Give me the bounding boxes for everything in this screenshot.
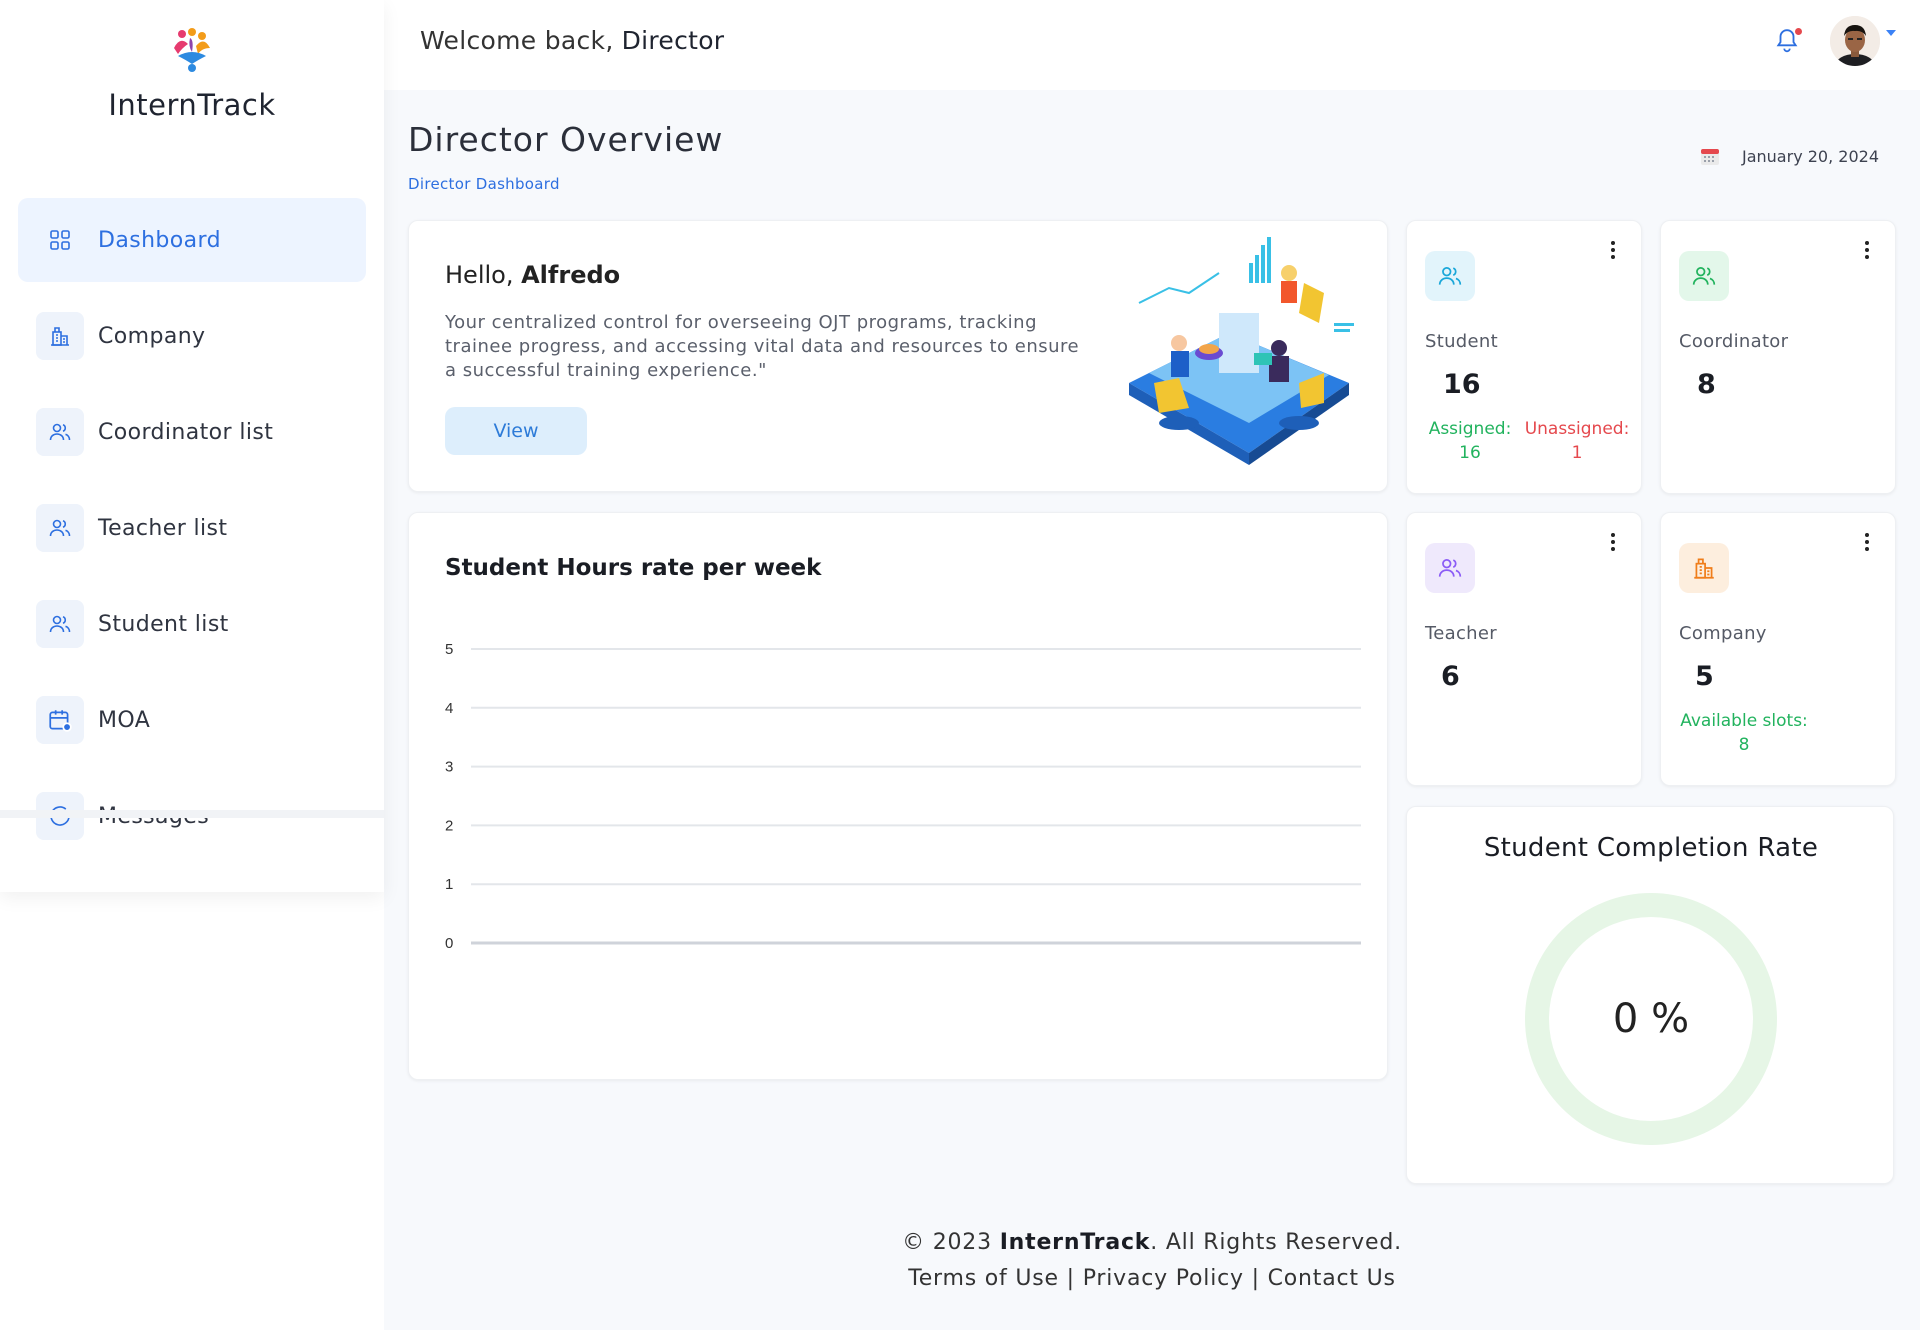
more-options-icon[interactable]: [1865, 241, 1869, 262]
welcome-description: Your centralized control for overseeing …: [445, 312, 1080, 381]
notification-badge: [1795, 28, 1802, 35]
users-icon: [1679, 251, 1729, 301]
user-name: Alfredo: [521, 261, 621, 289]
unassigned-count: Unassigned: 1: [1519, 417, 1635, 465]
sidebar-nav: Dashboard Company Coordinator list Teach…: [18, 198, 366, 870]
welcome-prefix: Welcome back,: [420, 26, 614, 55]
stat-label: Teacher: [1425, 623, 1497, 644]
users-icon: [36, 504, 84, 552]
available-slots: Available slots: 8: [1679, 709, 1809, 757]
slots-label: Available slots:: [1680, 711, 1808, 731]
y-tick-label: 2: [445, 817, 453, 834]
notifications-button[interactable]: [1774, 26, 1802, 60]
sidebar-item-teacher-list[interactable]: Teacher list: [18, 486, 366, 570]
view-button[interactable]: View: [445, 407, 587, 455]
sidebar-item-company[interactable]: Company: [18, 294, 366, 378]
sidebar-item-label: Teacher list: [98, 515, 228, 541]
y-tick-label: 5: [445, 641, 453, 658]
slots-value: 8: [1738, 735, 1750, 755]
building-icon: [36, 312, 84, 360]
welcome-card: Hello, Alfredo Your centralized control …: [408, 220, 1388, 492]
completion-value: 0 %: [1612, 996, 1690, 1042]
dashboard-icon: [36, 216, 84, 264]
date-text: January 20, 2024: [1742, 146, 1879, 166]
footer: © 2023 InternTrack. All Rights Reserved.…: [384, 1225, 1920, 1297]
teacher-stat-card: Teacher 6: [1406, 512, 1642, 786]
y-tick-label: 3: [445, 759, 453, 776]
y-tick-label: 1: [445, 876, 453, 893]
app-name: InternTrack: [108, 88, 276, 122]
more-options-icon[interactable]: [1611, 241, 1615, 262]
stat-value: 8: [1697, 369, 1716, 400]
greeting-prefix: Hello,: [445, 261, 514, 289]
assigned-value: 16: [1459, 443, 1481, 463]
avatar[interactable]: [1830, 16, 1880, 66]
copyright: © 2023 InternTrack. All Rights Reserved.: [384, 1225, 1920, 1261]
sidebar-divider: [0, 810, 384, 818]
sidebar-item-label: MOA: [98, 707, 151, 733]
stat-label: Student: [1425, 331, 1498, 352]
separator: |: [1058, 1266, 1083, 1291]
building-icon: [1679, 543, 1729, 593]
hours-chart-card: Student Hours rate per week 543210: [408, 512, 1388, 1080]
sidebar-item-label: Company: [98, 323, 206, 349]
more-options-icon[interactable]: [1611, 533, 1615, 554]
stat-value: 6: [1441, 661, 1460, 692]
sidebar-item-label: Dashboard: [98, 227, 221, 253]
separator: |: [1243, 1266, 1268, 1291]
hours-chart: 5 4 3 2 1 0: [445, 641, 1361, 952]
sidebar-item-student-list[interactable]: Student list: [18, 582, 366, 666]
copyright-prefix: © 2023: [902, 1230, 1000, 1255]
top-header: Welcome back, Director: [384, 0, 1920, 90]
chevron-down-icon[interactable]: [1886, 30, 1896, 36]
assigned-label: Assigned:: [1428, 419, 1512, 439]
company-stat-card: Company 5 Available slots: 8: [1660, 512, 1896, 786]
unassigned-label: Unassigned:: [1524, 419, 1630, 439]
assigned-count: Assigned: 16: [1425, 417, 1515, 465]
terms-link[interactable]: Terms of Use: [908, 1266, 1059, 1291]
sidebar-item-label: Coordinator list: [98, 419, 274, 445]
hello-greeting: Hello, Alfredo: [445, 261, 620, 289]
calendar-icon: [1701, 149, 1719, 165]
privacy-link[interactable]: Privacy Policy: [1083, 1266, 1244, 1291]
page-title: Director Overview: [408, 120, 724, 159]
unassigned-value: 1: [1571, 443, 1583, 463]
stat-value: 16: [1443, 369, 1481, 400]
completion-rate-card: Student Completion Rate 0 %: [1406, 806, 1894, 1184]
completion-title: Student Completion Rate: [1483, 833, 1819, 863]
y-tick-label: 0: [445, 935, 453, 952]
sidebar-item-dashboard[interactable]: Dashboard: [18, 198, 366, 282]
stat-value: 5: [1695, 661, 1714, 692]
stat-label: Company: [1679, 623, 1767, 644]
users-icon: [1425, 251, 1475, 301]
users-icon: [1425, 543, 1475, 593]
contact-link[interactable]: Contact Us: [1268, 1266, 1396, 1291]
sidebar-item-moa[interactable]: MOA: [18, 678, 366, 762]
users-icon: [36, 600, 84, 648]
footer-links: Terms of Use | Privacy Policy | Contact …: [384, 1261, 1920, 1297]
stat-label: Coordinator: [1679, 331, 1789, 352]
sidebar: InternTrack Dashboard Company Coordinato…: [0, 0, 384, 892]
office-illustration: [1129, 237, 1354, 465]
y-tick-label: 4: [445, 700, 453, 717]
footer-brand: InternTrack: [999, 1230, 1151, 1255]
interntrack-logo-icon: [174, 28, 210, 72]
current-date: January 20, 2024: [1700, 146, 1879, 166]
sidebar-item-label: Student list: [98, 611, 229, 637]
more-options-icon[interactable]: [1865, 533, 1869, 554]
welcome-message: Welcome back, Director: [420, 26, 724, 55]
sidebar-item-coordinator-list[interactable]: Coordinator list: [18, 390, 366, 474]
breadcrumb[interactable]: Director Dashboard: [408, 175, 560, 193]
copyright-suffix: . All Rights Reserved.: [1150, 1230, 1402, 1255]
user-role: Director: [621, 26, 725, 55]
calendar-icon: [36, 696, 84, 744]
app-logo[interactable]: InternTrack: [0, 26, 384, 122]
coordinator-stat-card: Coordinator 8: [1660, 220, 1896, 494]
users-icon: [36, 408, 84, 456]
student-stat-card: Student 16 Assigned: 16 Unassigned: 1: [1406, 220, 1642, 494]
